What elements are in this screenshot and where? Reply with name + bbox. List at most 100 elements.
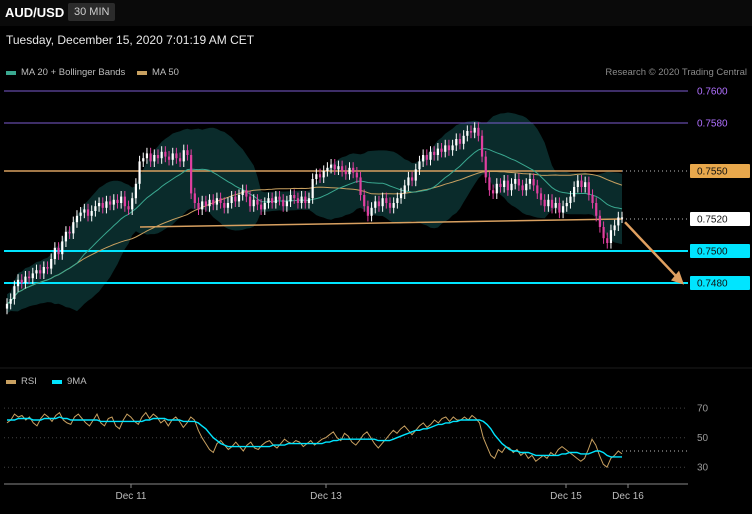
candle-body bbox=[120, 196, 123, 203]
price-chart[interactable]: 0.7600 0.7580 0.7550 0.7520 0.7500 0.7480 70 50… bbox=[0, 0, 752, 514]
candle-body bbox=[341, 166, 344, 171]
candle-body bbox=[584, 182, 587, 187]
candle-body bbox=[156, 155, 160, 159]
candle-body bbox=[355, 172, 358, 178]
candle-body bbox=[304, 196, 307, 203]
candle-body bbox=[263, 203, 266, 210]
candle-body bbox=[473, 127, 476, 133]
candle-body bbox=[142, 158, 145, 162]
rsi-tick-30: 30 bbox=[697, 463, 709, 474]
candle-body bbox=[35, 270, 38, 274]
candle-body bbox=[237, 195, 241, 202]
candle-body bbox=[352, 167, 355, 173]
candle-body bbox=[517, 179, 520, 186]
candle-body bbox=[94, 206, 97, 211]
candle-body bbox=[296, 198, 300, 203]
candle-body bbox=[329, 164, 333, 168]
rsi-tick-70: 70 bbox=[697, 404, 709, 415]
candle-body bbox=[160, 151, 163, 159]
candle-body bbox=[24, 276, 27, 283]
candle-body bbox=[532, 179, 535, 186]
candle-body bbox=[223, 203, 226, 208]
candle-body bbox=[167, 156, 171, 160]
candle-body bbox=[388, 203, 392, 208]
candle-body bbox=[101, 203, 104, 208]
candle-body bbox=[333, 164, 336, 170]
candle-body bbox=[385, 198, 388, 203]
rsi-series-9MA bbox=[7, 416, 622, 458]
candle-body bbox=[105, 201, 108, 208]
candle-body bbox=[212, 199, 215, 205]
candle-body bbox=[307, 198, 311, 203]
candle-body bbox=[138, 161, 141, 184]
candle-body bbox=[536, 185, 539, 194]
candle-body bbox=[83, 209, 86, 213]
candle-body bbox=[285, 201, 288, 207]
candle-body bbox=[109, 201, 112, 205]
candle-body bbox=[86, 209, 90, 216]
candle-body bbox=[580, 180, 583, 187]
candle-body bbox=[576, 180, 579, 187]
candle-body bbox=[171, 153, 174, 160]
candle-body bbox=[39, 270, 42, 274]
candle-body bbox=[64, 231, 68, 242]
candle-body bbox=[68, 231, 71, 234]
level-label-0.7520: 0.7520 bbox=[697, 215, 728, 226]
candle-body bbox=[506, 180, 509, 191]
candle-body bbox=[480, 135, 484, 157]
candle-body bbox=[90, 211, 93, 216]
candle-body bbox=[410, 177, 414, 181]
candle-body bbox=[620, 217, 624, 219]
candle-body bbox=[164, 151, 167, 157]
candle-body bbox=[282, 199, 285, 207]
candle-body bbox=[617, 217, 620, 226]
candle-body bbox=[359, 177, 362, 195]
candle-body bbox=[407, 177, 410, 186]
candle-body bbox=[123, 196, 126, 207]
candle-body bbox=[543, 199, 546, 207]
candle-body bbox=[50, 259, 53, 269]
candle-body bbox=[492, 190, 495, 194]
candle-body bbox=[112, 199, 115, 205]
candle-body bbox=[31, 273, 34, 279]
trendline bbox=[139, 218, 623, 228]
candle-body bbox=[414, 169, 417, 181]
candle-body bbox=[547, 199, 550, 207]
candle-body bbox=[392, 203, 395, 208]
candle-body bbox=[241, 190, 244, 195]
candle-body bbox=[425, 155, 428, 160]
candle-body bbox=[344, 171, 347, 175]
candle-body bbox=[9, 299, 12, 304]
candle-body bbox=[366, 206, 370, 216]
candle-body bbox=[27, 276, 31, 279]
x-tick-Dec 16: Dec 16 bbox=[612, 491, 644, 502]
candle-body bbox=[259, 204, 263, 210]
candle-body bbox=[315, 174, 318, 179]
candle-body bbox=[127, 206, 130, 210]
candle-body bbox=[466, 131, 469, 136]
candle-body bbox=[399, 193, 403, 199]
candle-body bbox=[447, 145, 451, 151]
candle-body bbox=[451, 145, 454, 151]
candle-body bbox=[613, 225, 616, 231]
candle-body bbox=[462, 135, 465, 144]
candle-body bbox=[598, 215, 602, 227]
candle-body bbox=[374, 201, 377, 208]
candle-body bbox=[53, 247, 56, 259]
candle-body bbox=[116, 199, 119, 203]
candle-body bbox=[226, 203, 230, 208]
candle-body bbox=[197, 203, 200, 210]
candle-body bbox=[326, 167, 329, 171]
candle-body bbox=[469, 131, 473, 133]
level-label-0.7550: 0.7550 bbox=[697, 167, 728, 178]
candle-body bbox=[565, 203, 568, 207]
candle-body bbox=[293, 195, 296, 199]
candle-body bbox=[131, 198, 134, 210]
candle-body bbox=[178, 158, 182, 162]
candle-body bbox=[46, 267, 49, 269]
candle-body bbox=[72, 222, 75, 234]
candle-body bbox=[363, 195, 366, 207]
candle-body bbox=[248, 196, 252, 207]
candle-body bbox=[61, 241, 64, 255]
candle-body bbox=[208, 199, 211, 207]
